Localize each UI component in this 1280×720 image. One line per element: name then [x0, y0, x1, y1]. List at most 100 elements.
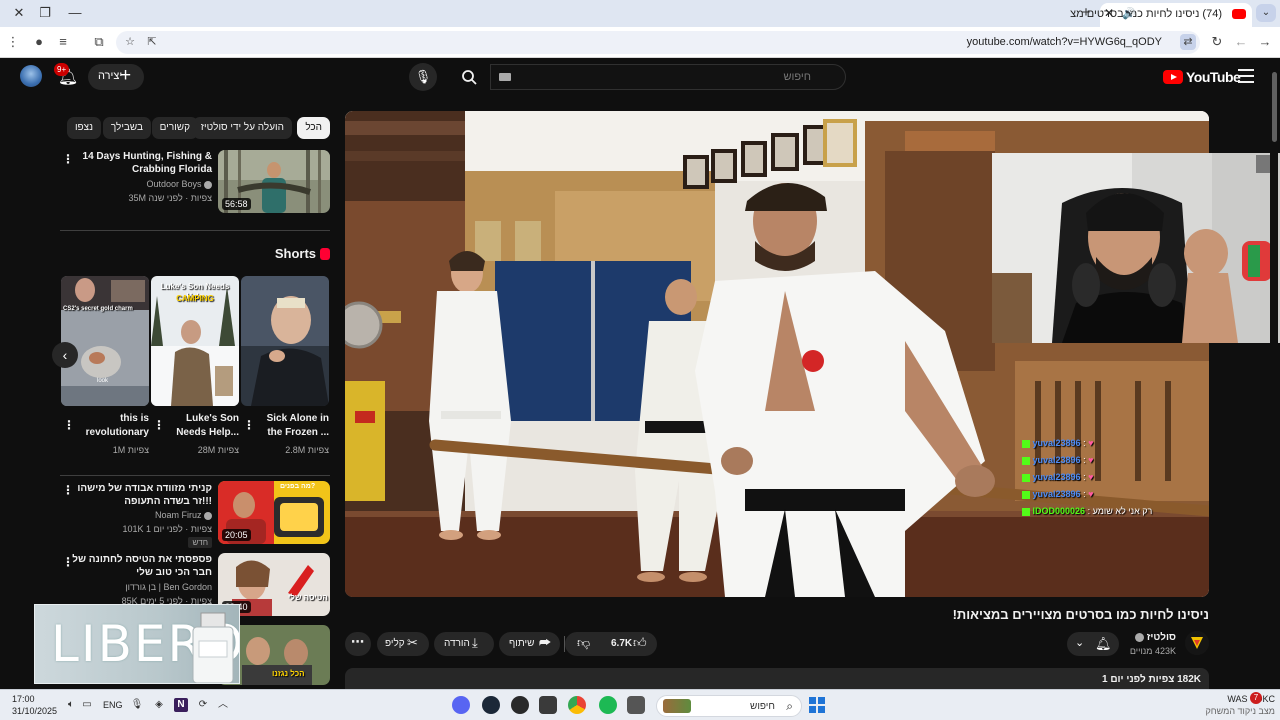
install-app-icon[interactable]: ⇱: [144, 34, 160, 50]
game-launcher-icon[interactable]: [511, 696, 529, 714]
subscribed-notifications-button[interactable]: 🔔︎ ⌄: [1067, 632, 1119, 656]
minimize-window-icon[interactable]: —: [64, 4, 86, 22]
short-views: 2.8M צפיות: [285, 445, 329, 455]
chrome-app-icon[interactable]: [568, 696, 586, 714]
short-thumbnail[interactable]: [241, 276, 329, 406]
more-actions-icon[interactable]: ⋮: [62, 152, 74, 166]
video-title[interactable]: 14 Days Hunting, Fishing & Crabbing Flor…: [72, 150, 212, 176]
extensions-icon[interactable]: ⧉: [90, 33, 108, 51]
short-title[interactable]: this is revolutionary: [73, 412, 149, 440]
n-app-icon[interactable]: N: [174, 698, 188, 712]
account-avatar[interactable]: [20, 65, 42, 87]
forward-icon[interactable]: ←: [1232, 33, 1250, 51]
scrollbar-thumb[interactable]: [1272, 72, 1277, 142]
related-video-item[interactable]: 56:58 14 Days Hunting, Fishing & Crabbin…: [60, 150, 330, 216]
section-divider: [60, 230, 330, 231]
chip-for-you[interactable]: בשבילך: [102, 117, 151, 139]
more-actions-button[interactable]: ⋯: [345, 632, 371, 656]
more-horizontal-icon: ⋯: [351, 634, 364, 649]
tab-search-icon[interactable]: ⌄: [1256, 4, 1276, 22]
show-hidden-icons-chevron[interactable]: ︿: [216, 698, 230, 712]
sync-icon[interactable]: ⟳: [196, 698, 210, 712]
chip-watched[interactable]: נצפו: [66, 117, 101, 139]
obs-app-icon[interactable]: [539, 696, 557, 714]
youtube-logo[interactable]: YouTube: [1163, 67, 1241, 87]
restore-window-icon[interactable]: ❐: [34, 4, 56, 22]
thumbs-up-icon: 👍︎: [633, 635, 647, 650]
thumbs-down-icon[interactable]: 👎︎: [577, 635, 590, 651]
short-item[interactable]: Luke's Son Needs Help CAMPING Luke's Son…: [151, 276, 239, 455]
video-thumbnail[interactable]: מה בפנים? 20:05: [218, 481, 330, 544]
steam-app-icon[interactable]: [482, 696, 500, 714]
spotify-app-icon[interactable]: [599, 696, 617, 714]
speaker-icon[interactable]: 🔈︎: [64, 698, 78, 712]
more-actions-icon[interactable]: ⋮: [243, 418, 255, 432]
windows-start-icon[interactable]: [809, 697, 825, 713]
page-scrollbar[interactable]: [1270, 60, 1278, 688]
microphone-icon[interactable]: 🎙︎: [130, 698, 144, 712]
network-icon[interactable]: ▭: [80, 698, 94, 712]
browser-tab-active[interactable]: (74) ניסינו לחיות כמו בסרטים מצ 🔊 ✕: [1070, 3, 1252, 27]
guide-menu-icon[interactable]: [1238, 69, 1254, 83]
short-title[interactable]: Luke's Son Needs Help...: [163, 412, 239, 440]
clip-button[interactable]: ✂ קליפ: [377, 632, 429, 656]
share-button[interactable]: ⮫ שיתוף: [499, 632, 560, 656]
voice-search-mic-icon[interactable]: 🎙︎: [409, 63, 437, 91]
news-widget[interactable]: WAS - OKC מצב ניקוד המשחק: [1205, 693, 1275, 717]
short-title[interactable]: Sick Alone in the Frozen ...: [253, 412, 329, 440]
input-language[interactable]: ENG: [103, 700, 123, 710]
video-title[interactable]: פספסתי את הטיסה לחתונה של חבר הכי טוב של…: [72, 553, 212, 579]
clock[interactable]: 17:00 31/10/2025: [12, 693, 57, 717]
description-box[interactable]: 182K צפיות לפני יום 1: [345, 668, 1209, 690]
create-label: יצירה: [98, 70, 123, 82]
section-divider: [60, 475, 330, 476]
video-title[interactable]: קניתי מזוודה אבודה של מישהו זר בשדה התעו…: [72, 482, 212, 508]
discord-app-icon[interactable]: [452, 696, 470, 714]
channel-name[interactable]: סולטיז: [1134, 632, 1176, 643]
short-item[interactable]: CS2's secret gold charm look this is rev…: [61, 276, 149, 455]
chip-all[interactable]: הכל: [297, 117, 330, 139]
shorts-previous-button[interactable]: ‹: [52, 342, 78, 368]
chip-related[interactable]: קשורים: [151, 117, 198, 139]
file-explorer-icon[interactable]: [627, 696, 645, 714]
channel-name[interactable]: בן גורדון | Ben Gordon: [125, 582, 212, 592]
more-menu-icon[interactable]: ⋮: [4, 33, 22, 51]
audio-playing-icon[interactable]: 🔊: [1122, 7, 1136, 20]
channel-name[interactable]: Noam Firuz: [155, 510, 212, 520]
search-input[interactable]: [511, 69, 811, 85]
create-button[interactable]: + יצירה: [88, 64, 144, 90]
site-settings-icon[interactable]: ⇄: [1180, 34, 1196, 50]
keyboard-icon[interactable]: [499, 73, 511, 81]
channel-name[interactable]: Outdoor Boys: [146, 179, 212, 189]
channel-avatar[interactable]: [1185, 631, 1209, 655]
more-actions-icon[interactable]: ⋮: [153, 418, 165, 432]
download-label: הורדה: [444, 638, 470, 649]
video-thumbnail[interactable]: 56:58: [218, 150, 330, 213]
more-actions-icon[interactable]: ⋮: [62, 483, 74, 497]
chip-uploaded-by[interactable]: הועלה על ידי סולטיז: [192, 117, 292, 139]
address-bar[interactable]: ☆ ⇱ youtube.com/watch?v=HYWG6q_qODY ⇄: [116, 31, 1200, 54]
new-badge: חדש: [188, 537, 212, 548]
short-thumbnail[interactable]: Luke's Son Needs Help CAMPING: [151, 276, 239, 406]
download-button[interactable]: ⤓ הורדה: [434, 632, 494, 656]
taskbar-search-box[interactable]: ⌕ חיפוש: [656, 695, 802, 717]
related-video-item[interactable]: מה בפנים? 20:05 קניתי מזוודה אבודה של מי…: [60, 481, 330, 548]
promo-overlay-image[interactable]: LIBERO: [34, 604, 240, 684]
back-icon[interactable]: →: [1256, 33, 1274, 51]
video-meta: 35M צפיות · לפני שנה: [128, 193, 213, 203]
like-button[interactable]: 👍︎ 6.7K 👎︎: [565, 632, 657, 656]
short-item[interactable]: Sick Alone in the Frozen ... 2.8M צפיות …: [241, 276, 329, 455]
search-button-icon[interactable]: [452, 64, 486, 90]
tab-close-icon[interactable]: ✕: [1104, 6, 1114, 20]
short-thumbnail[interactable]: CS2's secret gold charm look: [61, 276, 149, 406]
profile-icon[interactable]: ●: [30, 33, 48, 51]
more-actions-icon[interactable]: ⋮: [62, 555, 74, 569]
reload-icon[interactable]: ↻: [1208, 33, 1226, 51]
more-actions-icon[interactable]: ⋮: [63, 418, 75, 432]
chat-message: yuval23896 : ♥: [1020, 438, 1160, 455]
reading-list-icon[interactable]: ≡: [54, 33, 72, 51]
bookmark-star-icon[interactable]: ☆: [122, 34, 138, 50]
vpn-icon[interactable]: ◈: [152, 698, 166, 712]
close-window-icon[interactable]: ✕: [8, 4, 30, 22]
chat-message: IDOD000026 : רק אני לא שומע: [1020, 506, 1160, 523]
